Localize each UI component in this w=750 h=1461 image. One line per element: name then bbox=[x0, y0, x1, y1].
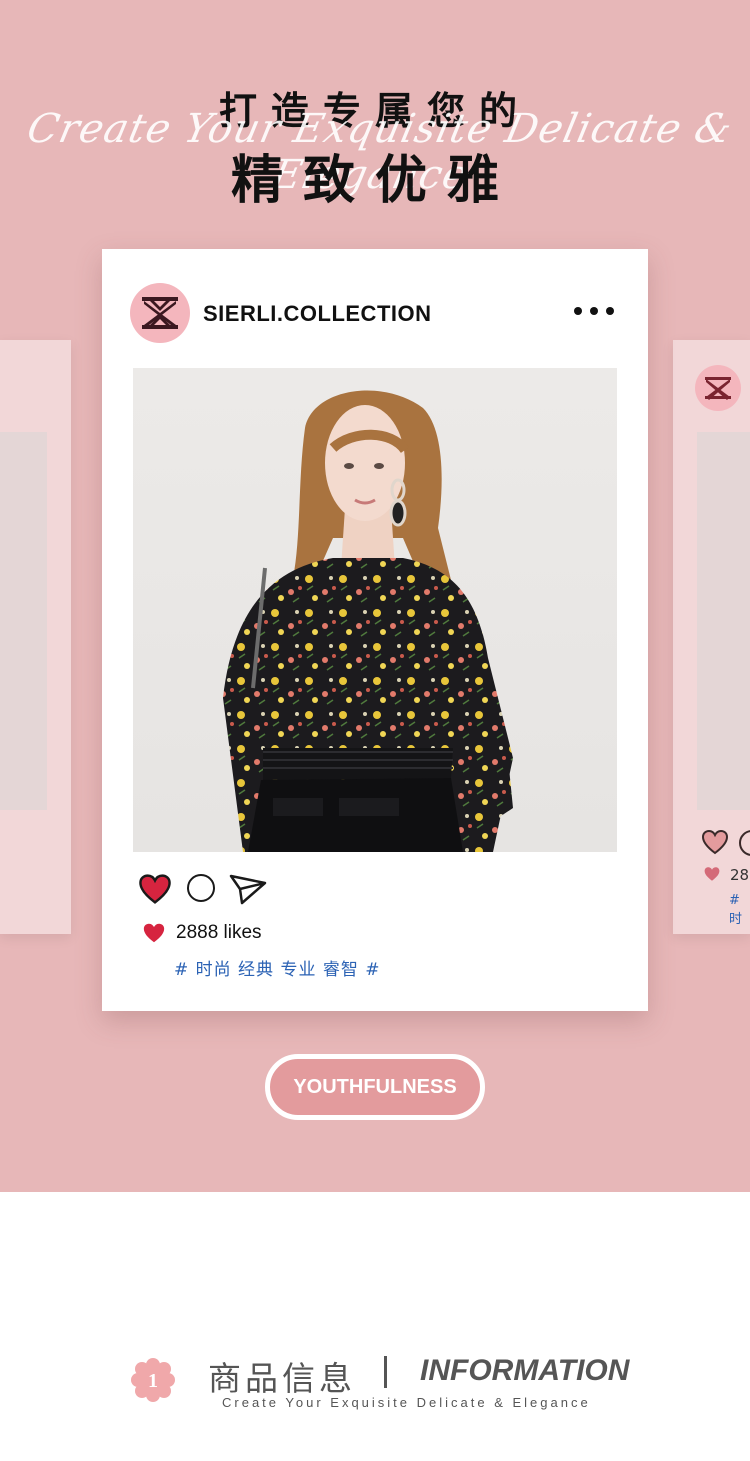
info-title-en: INFORMATION bbox=[420, 1354, 630, 1387]
badge-number: 1 bbox=[148, 1370, 158, 1392]
flower-badge-icon: 1 bbox=[130, 1357, 176, 1403]
more-icon[interactable] bbox=[574, 299, 614, 323]
info-title-cn: 商品信息 bbox=[208, 1359, 356, 1398]
heart-icon[interactable] bbox=[138, 873, 172, 905]
hero-section: 打造专属您的 Create Your Exquisite Delicate & … bbox=[0, 0, 750, 1192]
post-card: SIERLI.COLLECTION 2888 likes # 时尚 经典 专业 … bbox=[102, 249, 648, 1011]
post-photo[interactable] bbox=[133, 368, 617, 852]
side-card-image-placeholder bbox=[697, 432, 750, 810]
side-hashtags: # 时 bbox=[729, 893, 743, 927]
side-likes-text: 28 bbox=[730, 866, 750, 884]
heart-icon bbox=[704, 867, 720, 881]
brand-logo bbox=[695, 365, 741, 411]
share-icon[interactable] bbox=[228, 873, 268, 905]
headline-main: 精致优雅 bbox=[230, 151, 519, 211]
heart-icon[interactable] bbox=[701, 829, 729, 855]
likes-count[interactable]: 2888 likes bbox=[176, 922, 262, 944]
comment-icon[interactable] bbox=[187, 874, 215, 902]
side-card-image-placeholder bbox=[0, 432, 47, 810]
youthfulness-badge: YOUTHFULNESS bbox=[265, 1054, 485, 1120]
divider bbox=[384, 1356, 387, 1388]
comment-icon[interactable] bbox=[739, 830, 750, 856]
post-hashtags[interactable]: # 时尚 经典 专业 睿智 # bbox=[174, 955, 381, 980]
brand-logo[interactable] bbox=[130, 283, 190, 343]
side-card-left[interactable] bbox=[0, 340, 71, 934]
account-name[interactable]: SIERLI.COLLECTION bbox=[203, 301, 432, 327]
info-subtitle: Create Your Exquisite Delicate & Eleganc… bbox=[222, 1395, 591, 1410]
heart-icon bbox=[143, 923, 165, 943]
side-card-right[interactable]: 28 # 时 bbox=[673, 340, 750, 934]
